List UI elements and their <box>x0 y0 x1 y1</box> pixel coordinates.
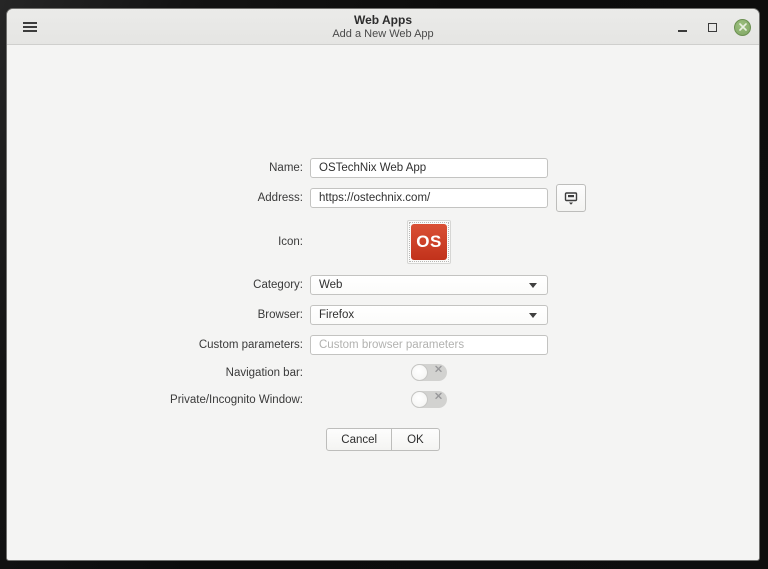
webapps-window: Web Apps Add a New Web App Name: <box>6 8 760 561</box>
window-controls <box>674 9 751 45</box>
minimize-button[interactable] <box>674 19 690 35</box>
browser-dropdown[interactable]: Firefox <box>310 305 548 325</box>
browser-label: Browser: <box>7 309 310 321</box>
toggle-knob <box>411 364 428 381</box>
cancel-button[interactable]: Cancel <box>326 428 392 451</box>
minimize-icon <box>678 30 687 32</box>
hamburger-icon <box>23 26 37 28</box>
maximize-icon <box>708 23 717 32</box>
icon-label: Icon: <box>7 236 310 248</box>
monitor-download-icon <box>563 190 579 206</box>
fetch-favicon-button[interactable] <box>556 184 586 212</box>
window-subtitle: Add a New Web App <box>7 28 759 42</box>
category-value: Web <box>319 279 529 291</box>
private-window-toggle[interactable] <box>411 391 447 408</box>
chevron-down-icon <box>529 313 537 318</box>
toggle-knob <box>411 391 428 408</box>
dialog-buttons-row: Cancel OK <box>7 428 759 451</box>
custom-parameters-label: Custom parameters: <box>7 339 310 351</box>
private-window-label: Private/Incognito Window: <box>7 394 310 406</box>
window-title: Web Apps <box>7 13 759 28</box>
navigation-bar-toggle[interactable] <box>411 364 447 381</box>
maximize-button[interactable] <box>704 19 720 35</box>
ok-button[interactable]: OK <box>392 428 440 451</box>
navigation-bar-label: Navigation bar: <box>7 367 310 379</box>
close-button[interactable] <box>734 19 751 36</box>
menu-button[interactable] <box>15 14 45 40</box>
category-label: Category: <box>7 279 310 291</box>
category-row: Category: Web <box>7 275 759 295</box>
icon-row: Icon: OS <box>7 220 759 264</box>
category-dropdown[interactable]: Web <box>310 275 548 295</box>
name-input[interactable] <box>310 158 548 178</box>
add-webapp-form: Name: Address: Icon: OS <box>7 45 759 451</box>
close-icon <box>739 23 747 31</box>
browser-value: Firefox <box>319 309 529 321</box>
navigation-bar-row: Navigation bar: <box>7 364 759 381</box>
address-label: Address: <box>7 192 310 204</box>
private-window-row: Private/Incognito Window: <box>7 391 759 408</box>
titlebar-titles: Web Apps Add a New Web App <box>7 12 759 42</box>
webapp-icon: OS <box>411 224 447 260</box>
name-row: Name: <box>7 158 759 178</box>
custom-parameters-input[interactable] <box>310 335 548 355</box>
toggle-off-icon <box>435 365 442 372</box>
custom-parameters-row: Custom parameters: <box>7 335 759 355</box>
chevron-down-icon <box>529 283 537 288</box>
browser-row: Browser: Firefox <box>7 305 759 325</box>
dialog-button-group: Cancel OK <box>326 428 439 451</box>
address-row: Address: <box>7 184 759 212</box>
titlebar: Web Apps Add a New Web App <box>7 9 759 45</box>
toggle-off-icon <box>435 392 442 399</box>
address-input[interactable] <box>310 188 548 208</box>
icon-picker-button[interactable]: OS <box>407 220 451 264</box>
name-label: Name: <box>7 162 310 174</box>
